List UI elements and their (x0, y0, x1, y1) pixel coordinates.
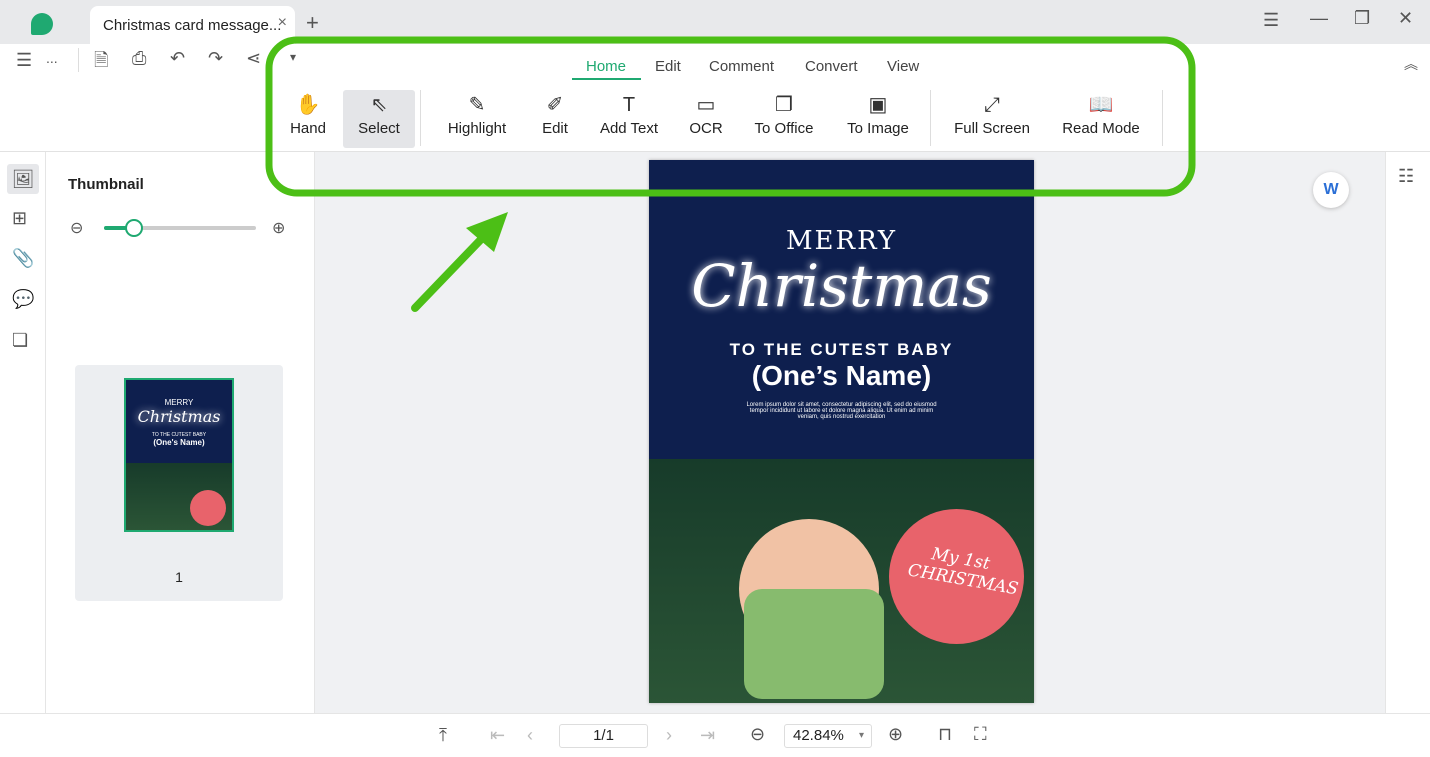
annotation-overlay (265, 36, 1196, 312)
annotation-highlight-box (265, 36, 1196, 197)
annotation-arrow (411, 226, 494, 312)
